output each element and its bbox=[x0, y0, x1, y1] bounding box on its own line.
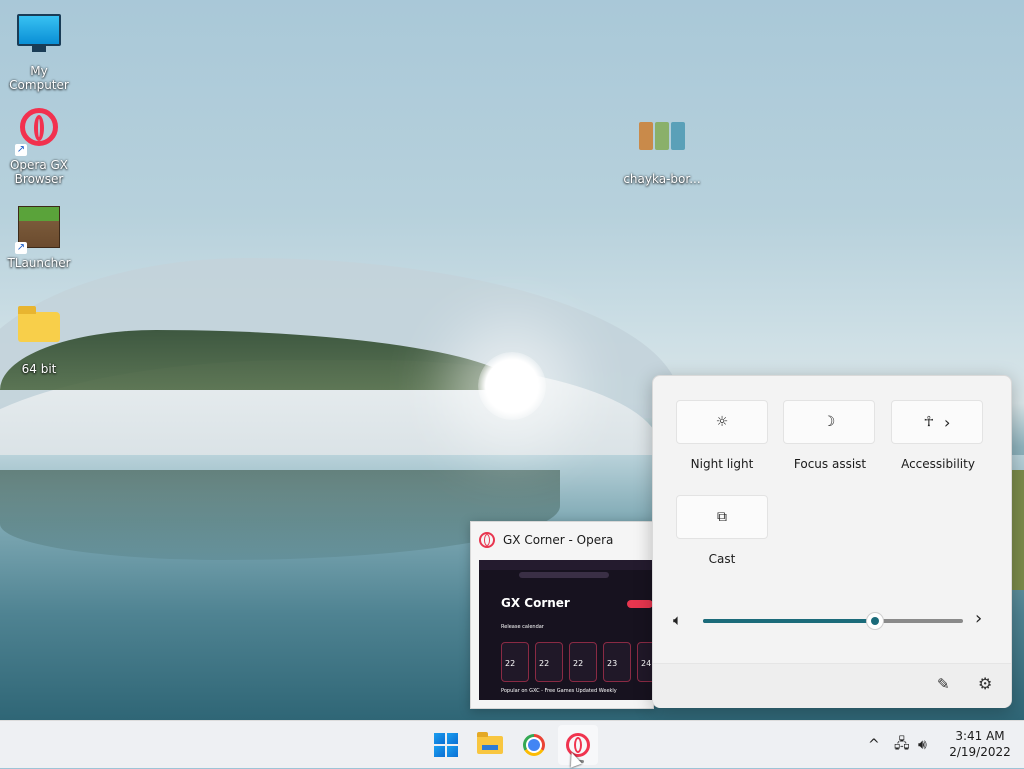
thumbnail-heading: GX Corner bbox=[501, 596, 570, 610]
windows-start-icon bbox=[434, 733, 458, 757]
volume-slider-fill bbox=[703, 619, 875, 623]
image-file-icon bbox=[638, 122, 686, 170]
clock[interactable]: 3:41 AM 2/19/2022 bbox=[944, 728, 1016, 760]
night-light-toggle[interactable]: ☼ bbox=[676, 400, 768, 444]
shortcut-arrow-icon: ↗ bbox=[15, 242, 27, 254]
thumbnail-tabbar bbox=[479, 560, 653, 570]
cast-icon: ⧉ bbox=[717, 509, 727, 525]
desktop-icon-label: TLauncher bbox=[7, 256, 71, 270]
desktop-icon-tlauncher[interactable]: ↗ TLauncher bbox=[0, 202, 79, 270]
desktop-icon-chayka[interactable]: chayka-bor... bbox=[622, 112, 702, 186]
network-button[interactable]: 🖧︎ bbox=[894, 721, 910, 769]
monitor-icon bbox=[15, 14, 63, 62]
chevron-right-icon: › bbox=[944, 412, 951, 432]
desktop-icon-my-computer[interactable]: My Computer bbox=[0, 8, 79, 92]
clock-time: 3:41 AM bbox=[955, 729, 1005, 743]
thumbnail-button bbox=[627, 600, 653, 608]
taskbar: ^ 🖧︎ 🔊︎ 3:41 AM 2/19/2022 bbox=[0, 720, 1024, 768]
tray-overflow-button[interactable]: ^ bbox=[868, 721, 880, 769]
cast-label: Cast bbox=[708, 552, 736, 566]
desktop-icon-label: My Computer bbox=[9, 64, 69, 92]
clock-date: 2/19/2022 bbox=[949, 745, 1011, 759]
desktop-icon-opera-gx[interactable]: ↗ Opera GX Browser bbox=[0, 104, 79, 186]
desktop-icon-label: Opera GX Browser bbox=[9, 158, 69, 186]
accessibility-label: Accessibility bbox=[901, 457, 975, 471]
accessibility-icon: ☥ bbox=[923, 414, 935, 430]
preview-title: GX Corner - Opera bbox=[503, 533, 614, 547]
gear-icon[interactable]: ⚙ bbox=[978, 674, 992, 693]
thumbnail-card: 24 bbox=[637, 642, 653, 682]
volume-button[interactable]: 🔊︎ bbox=[918, 721, 927, 769]
file-explorer-icon bbox=[477, 732, 503, 754]
thumbnail-card: 23 bbox=[603, 642, 631, 682]
thumbnail-addressbar bbox=[519, 572, 609, 578]
thumbnail-card: 22 bbox=[535, 642, 563, 682]
thumbnail-subheading: Release calendar bbox=[501, 624, 544, 630]
thumbnail-card: 22 bbox=[569, 642, 597, 682]
brightness-icon: ☼ bbox=[715, 414, 729, 430]
chrome-icon bbox=[523, 734, 545, 756]
pencil-icon[interactable]: ✎ bbox=[937, 675, 950, 693]
preview-thumbnail: GX Corner Release calendar 22 22 22 23 2… bbox=[479, 560, 653, 700]
volume-output-chevron-icon[interactable]: › bbox=[975, 608, 982, 629]
network-icon: 🖧︎ bbox=[894, 736, 910, 752]
file-explorer-button[interactable] bbox=[470, 725, 510, 765]
opera-gx-icon: ↗ bbox=[15, 108, 63, 156]
opera-icon bbox=[479, 532, 495, 548]
volume-slider-thumb[interactable] bbox=[866, 613, 883, 629]
chrome-button[interactable] bbox=[514, 725, 554, 765]
chevron-up-icon: ^ bbox=[868, 737, 880, 753]
shortcut-arrow-icon: ↗ bbox=[15, 144, 27, 156]
minecraft-grass-block-icon: ↗ bbox=[15, 206, 63, 254]
focus-assist-label: Focus assist bbox=[793, 457, 867, 471]
quick-settings-footer: ✎ ⚙ bbox=[653, 663, 1011, 708]
moon-icon: ☽ bbox=[822, 414, 836, 430]
accessibility-button[interactable]: ☥ › bbox=[891, 400, 983, 444]
cast-button[interactable]: ⧉ bbox=[676, 495, 768, 539]
speaker-icon: 🔊︎ bbox=[918, 737, 927, 753]
start-button[interactable] bbox=[426, 725, 466, 765]
focus-assist-toggle[interactable]: ☽ bbox=[783, 400, 875, 444]
speaker-icon[interactable]: 🔈︎ bbox=[673, 611, 682, 629]
volume-slider[interactable] bbox=[703, 613, 963, 629]
desktop-icon-64-bit[interactable]: 64 bit bbox=[0, 300, 79, 376]
folder-icon bbox=[15, 306, 63, 360]
desktop-icon-label: chayka-bor... bbox=[623, 172, 701, 186]
wallpaper-sun bbox=[478, 352, 546, 420]
thumbnail-card: 22 bbox=[501, 642, 529, 682]
opera-window-preview[interactable]: GX Corner - Opera GX Corner Release cale… bbox=[470, 521, 654, 709]
quick-settings-panel: ☼ Night light ☽ Focus assist ☥ › Accessi… bbox=[652, 375, 1012, 708]
thumbnail-footer: Popular on GXC - Free Games Updated Week… bbox=[501, 688, 617, 694]
desktop-icon-label: 64 bit bbox=[21, 362, 57, 376]
night-light-label: Night light bbox=[690, 457, 754, 471]
